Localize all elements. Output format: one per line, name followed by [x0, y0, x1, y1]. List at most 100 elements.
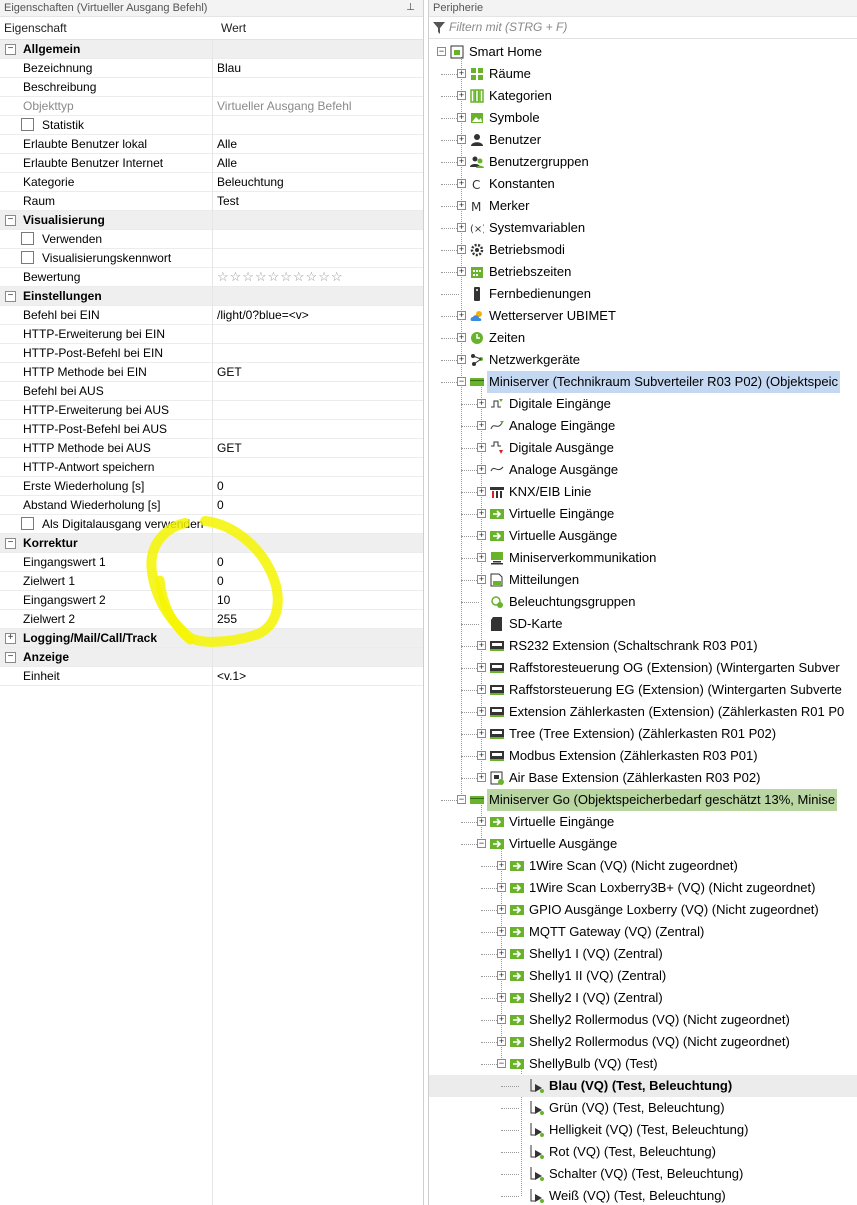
column-header-value[interactable]: Wert	[221, 17, 246, 39]
checkbox[interactable]	[21, 517, 34, 530]
expand-icon[interactable]: +	[457, 69, 466, 78]
tree-item[interactable]: + Netzwerkgeräte	[429, 349, 857, 371]
tree-item[interactable]: + Miniserverkommunikation	[429, 547, 857, 569]
expand-icon[interactable]: +	[477, 707, 486, 716]
collapse-icon[interactable]: −	[5, 215, 16, 226]
expand-icon[interactable]: +	[497, 861, 506, 870]
tree-item[interactable]: + M Merker	[429, 195, 857, 217]
expand-icon[interactable]: +	[457, 157, 466, 166]
checkbox[interactable]	[21, 118, 34, 131]
property-value[interactable]: Alle	[217, 154, 419, 172]
checkbox[interactable]	[21, 232, 34, 245]
property-value[interactable]: Beleuchtung	[217, 173, 419, 191]
property-value[interactable]: Test	[217, 192, 419, 210]
expand-icon[interactable]: +	[457, 311, 466, 320]
tree-item[interactable]: + KNX/EIB Linie	[429, 481, 857, 503]
expand-icon[interactable]: +	[497, 905, 506, 914]
tree-item[interactable]: + Wetterserver UBIMET	[429, 305, 857, 327]
expand-icon[interactable]: +	[457, 267, 466, 276]
collapse-icon[interactable]: −	[5, 652, 16, 663]
tree-item[interactable]: + Benutzergruppen	[429, 151, 857, 173]
tree-item[interactable]: + Air Base Extension (Zählerkasten R03 P0…	[429, 767, 857, 789]
expand-icon[interactable]: +	[477, 509, 486, 518]
tree-item[interactable]: Grün (VQ) (Test, Beleuchtung)	[429, 1097, 857, 1119]
property-value[interactable]: 0	[217, 477, 419, 495]
property-value[interactable]: 255	[217, 610, 419, 628]
expand-icon[interactable]: +	[477, 817, 486, 826]
tree-item[interactable]: + Virtuelle Eingänge	[429, 811, 857, 833]
tree-item[interactable]: + Raffstorsteuerung EG (Extension) (Winte…	[429, 679, 857, 701]
property-value[interactable]: 0	[217, 496, 419, 514]
expand-icon[interactable]: +	[5, 633, 16, 644]
tree-item[interactable]: + Shelly2 I (VQ) (Zentral)	[429, 987, 857, 1009]
expand-icon[interactable]: +	[477, 531, 486, 540]
expand-icon[interactable]: +	[477, 575, 486, 584]
collapse-icon[interactable]: −	[437, 47, 446, 56]
expand-icon[interactable]: +	[477, 443, 486, 452]
expand-icon[interactable]: +	[457, 201, 466, 210]
collapse-icon[interactable]: −	[5, 291, 16, 302]
property-value[interactable]: GET	[217, 439, 419, 457]
expand-icon[interactable]: +	[497, 883, 506, 892]
expand-icon[interactable]: +	[477, 641, 486, 650]
collapse-icon[interactable]: −	[5, 44, 16, 55]
expand-icon[interactable]: +	[457, 223, 466, 232]
tree-item[interactable]: + Shelly2 Rollermodus (VQ) (Nicht zugeord…	[429, 1009, 857, 1031]
tree-item[interactable]: Fernbedienungen	[429, 283, 857, 305]
property-value[interactable]: GET	[217, 363, 419, 381]
expand-icon[interactable]: +	[457, 333, 466, 342]
tree-item[interactable]: + Kategorien	[429, 85, 857, 107]
tree-item[interactable]: + Zeiten	[429, 327, 857, 349]
tree-item[interactable]: + Shelly1 II (VQ) (Zentral)	[429, 965, 857, 987]
tree-item[interactable]: Rot (VQ) (Test, Beleuchtung)	[429, 1141, 857, 1163]
tree-item[interactable]: + Tree (Tree Extension) (Zählerkasten R01…	[429, 723, 857, 745]
expand-icon[interactable]: +	[457, 179, 466, 188]
tree-item[interactable]: Schalter (VQ) (Test, Beleuchtung)	[429, 1163, 857, 1185]
tree-item[interactable]: − Smart Home	[429, 41, 857, 63]
tree-item[interactable]: + Benutzer	[429, 129, 857, 151]
expand-icon[interactable]: +	[497, 927, 506, 936]
property-value[interactable]: Virtueller Ausgang Befehl	[217, 97, 419, 115]
expand-icon[interactable]: +	[477, 553, 486, 562]
tree-item[interactable]: + RS232 Extension (Schaltschrank R03 P01)	[429, 635, 857, 657]
tree-item[interactable]: + Symbole	[429, 107, 857, 129]
pin-icon[interactable]: ⊥	[406, 0, 415, 16]
expand-icon[interactable]: +	[497, 1015, 506, 1024]
expand-icon[interactable]: +	[477, 421, 486, 430]
expand-icon[interactable]: +	[477, 465, 486, 474]
tree-item[interactable]: − Miniserver Go (Objektspeicherbedarf ges…	[429, 789, 857, 811]
expand-icon[interactable]: +	[477, 751, 486, 760]
tree-item[interactable]: + Virtuelle Ausgänge	[429, 525, 857, 547]
tree-item[interactable]: + (×) Systemvariablen	[429, 217, 857, 239]
tree-item[interactable]: + Räume	[429, 63, 857, 85]
tree-item[interactable]: + Virtuelle Eingänge	[429, 503, 857, 525]
expand-icon[interactable]: +	[497, 993, 506, 1002]
checkbox[interactable]	[21, 251, 34, 264]
collapse-icon[interactable]: −	[457, 377, 466, 386]
tree-item[interactable]: + C Konstanten	[429, 173, 857, 195]
tree-item[interactable]: + Extension Zählerkasten (Extension) (Zäh…	[429, 701, 857, 723]
collapse-icon[interactable]: −	[457, 795, 466, 804]
tree-item[interactable]: + Shelly2 Rollermodus (VQ) (Nicht zugeord…	[429, 1031, 857, 1053]
tree-item[interactable]: + Mitteilungen	[429, 569, 857, 591]
tree-item[interactable]: + Analoge Eingänge	[429, 415, 857, 437]
expand-icon[interactable]: +	[457, 91, 466, 100]
expand-icon[interactable]: +	[477, 773, 486, 782]
filter-input[interactable]: Filtern mit (STRG + F)	[429, 17, 857, 39]
expand-icon[interactable]: +	[477, 487, 486, 496]
tree-item[interactable]: − ShellyBulb (VQ) (Test)	[429, 1053, 857, 1075]
tree-item[interactable]: + Betriebszeiten	[429, 261, 857, 283]
column-header-property[interactable]: Eigenschaft	[4, 17, 67, 39]
tree-item[interactable]: + MQTT Gateway (VQ) (Zentral)	[429, 921, 857, 943]
property-value[interactable]: 10	[217, 591, 419, 609]
tree-item[interactable]: Beleuchtungsgruppen	[429, 591, 857, 613]
tree-item[interactable]: SD-Karte	[429, 613, 857, 635]
collapse-icon[interactable]: −	[5, 538, 16, 549]
tree-item[interactable]: + Shelly1 I (VQ) (Zentral)	[429, 943, 857, 965]
property-value[interactable]: /light/0?blue=<v>	[217, 306, 419, 324]
property-value[interactable]: Alle	[217, 135, 419, 153]
expand-icon[interactable]: +	[477, 729, 486, 738]
collapse-icon[interactable]: −	[497, 1059, 506, 1068]
tree-item[interactable]: + Raffstoresteuerung OG (Extension) (Wint…	[429, 657, 857, 679]
property-value[interactable]: 0	[217, 572, 419, 590]
